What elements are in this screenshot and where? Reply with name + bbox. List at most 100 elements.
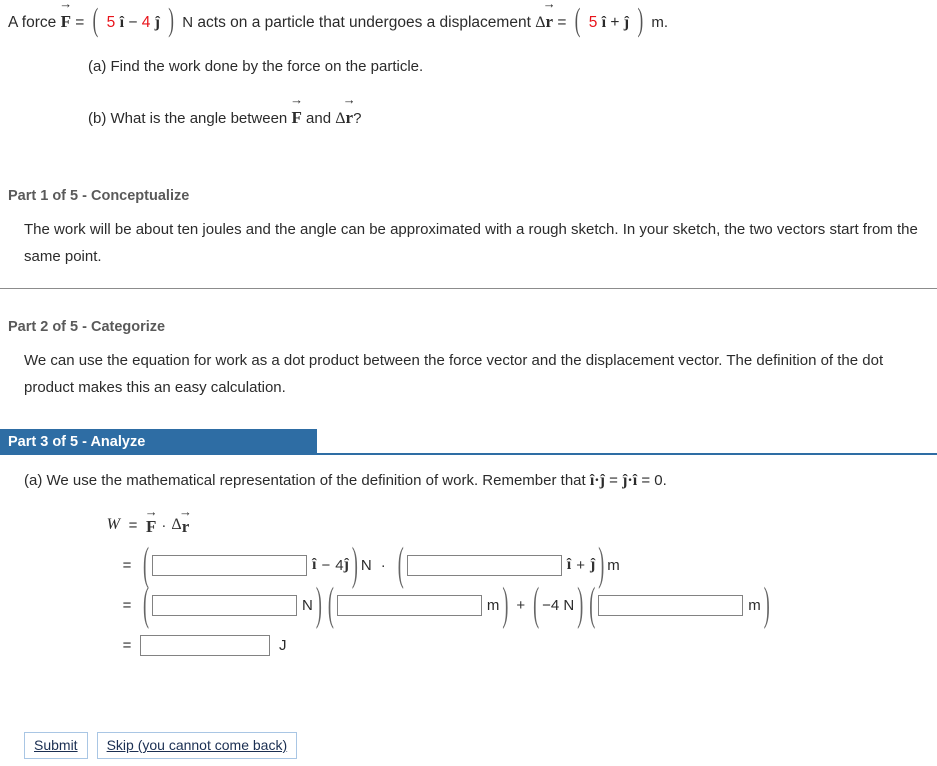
left-paren-row2-c: (	[533, 576, 540, 629]
displacement-vector-symbol-eq: → r	[178, 503, 192, 536]
footer-button-row: Submit Skip (you cannot come back)	[24, 732, 298, 759]
right-paren-row2-d: )	[763, 576, 770, 629]
force-vector-symbol-eq: → F	[144, 503, 158, 536]
unit-joule: J	[279, 636, 287, 654]
part-1-heading: Part 1 of 5 - Conceptualize	[8, 188, 190, 204]
displacement-unit: m.	[651, 14, 669, 31]
part-2-body: We can use the equation for work as a do…	[24, 352, 884, 396]
right-paren-row1-b: )	[598, 536, 605, 589]
minus-sign: −	[128, 14, 138, 31]
unit-newton-row1: N	[360, 556, 372, 574]
coefficient-4-row1: 4	[335, 556, 344, 574]
vector-arrow-icon: →	[542, 0, 556, 11]
equals-sign-row1: =	[122, 556, 132, 574]
answer-input-fx-magnitude[interactable]	[152, 594, 297, 616]
problem-middle-text: acts on a particle that undergoes a disp…	[197, 14, 531, 31]
j-hat-icon-row1: ĵ	[343, 556, 349, 573]
plus-sign-row1: +	[576, 556, 585, 574]
plus-sign-row2: +	[516, 596, 526, 614]
part-2-heading: Part 2 of 5 - Categorize	[8, 319, 166, 335]
work-symbol: W	[106, 516, 120, 533]
j-hat-icon: ĵ	[154, 14, 160, 31]
unit-meter-row1: m	[607, 556, 620, 574]
right-paren-row2-a: )	[315, 576, 322, 629]
equals-sign: =	[75, 14, 85, 31]
equals-sign-def: =	[128, 516, 138, 534]
answer-input-dx-magnitude[interactable]	[336, 594, 482, 616]
unit-newton-row2: N	[302, 596, 313, 614]
minus-sign-row1: −	[321, 556, 331, 574]
disp-i-coefficient: 5	[588, 14, 598, 31]
j-hat-icon-2: ĵ	[623, 14, 630, 31]
equation-row-2: = ( N ) ( m ) + ( −4 N ) ( m )	[88, 577, 937, 629]
right-paren-row2-b: )	[502, 576, 509, 629]
i-hat-icon: î	[119, 14, 125, 31]
vector-arrow-icon: →	[59, 0, 73, 11]
part-3-banner-wrap: Part 3 of 5 - Analyze	[0, 429, 937, 455]
displacement-vector-symbol-b: → r	[342, 92, 356, 127]
j-hat-icon-row1-b: ĵ	[589, 556, 596, 573]
answer-input-dx[interactable]	[406, 554, 562, 576]
i-hat-icon-row1: î	[312, 556, 317, 573]
force-j-coefficient: 4	[141, 14, 151, 31]
skip-button[interactable]: Skip (you cannot come back)	[96, 732, 298, 759]
delta-symbol-b: Δ	[335, 110, 346, 127]
question-part-b: (b) What is the angle between → F and Δ → r…	[0, 80, 937, 132]
right-paren: )	[168, 2, 174, 39]
dot-operator-row1: ·	[380, 556, 386, 574]
vector-arrow-icon: →	[290, 92, 304, 107]
left-paren-2: (	[574, 2, 581, 39]
equals-sign-row3: =	[122, 636, 132, 654]
delta-symbol: Δ	[535, 14, 546, 31]
question-b-mark: ?	[353, 110, 362, 127]
vector-arrow-icon: →	[342, 92, 356, 107]
displacement-vector-symbol: → r	[543, 0, 556, 35]
left-paren: (	[92, 2, 99, 39]
delta-symbol-eq: Δ	[171, 516, 182, 533]
equation-row-definition: W = → F · Δ → r	[88, 505, 937, 545]
work-equation-block: W = → F · Δ → r = ( î − 4ĵ ) N · (î + ĵ…	[24, 505, 937, 665]
plus-sign: +	[610, 14, 620, 31]
problem-statement: A force → F = ( 5 î − 4 ĵ ) N acts on a p…	[0, 0, 937, 38]
part-3-heading: Part 3 of 5 - Analyze	[0, 429, 317, 455]
left-paren-row2-d: (	[589, 576, 596, 629]
left-paren-row2-a: (	[143, 576, 149, 629]
answer-input-fx[interactable]	[152, 554, 307, 576]
i-hat-icon-intro-2: î	[632, 472, 638, 489]
i-hat-icon-row1-b: î	[566, 556, 572, 573]
part-3-body: (a) We use the mathematical representati…	[0, 455, 937, 665]
equation-row-1: = ( î − 4ĵ ) N · ( î + ĵ ) m	[88, 537, 937, 589]
force-i-coefficient: 5	[106, 14, 116, 31]
question-part-a: (a) Find the work done by the force on t…	[88, 58, 424, 75]
right-paren-row1: )	[351, 536, 358, 589]
force-vector-symbol: → F	[59, 0, 72, 35]
equals-sign-row2: =	[122, 596, 132, 614]
i-hat-icon-2: î	[601, 14, 607, 31]
equals-intro-2: = 0.	[641, 472, 667, 489]
force-unit: N	[182, 14, 194, 31]
left-paren-row1-b: (	[397, 536, 404, 589]
force-y-value: −4 N	[542, 596, 575, 614]
submit-button[interactable]: Submit	[24, 732, 88, 759]
equation-row-3: = J	[88, 625, 937, 665]
answer-input-work-total[interactable]	[140, 634, 270, 656]
vector-arrow-icon: →	[178, 503, 192, 519]
left-paren-row2-b: (	[327, 576, 334, 629]
force-vector-symbol-b: → F	[290, 92, 304, 127]
analyze-intro-pre: (a) We use the mathematical representati…	[24, 472, 586, 489]
question-b-and: and	[306, 110, 332, 127]
vector-arrow-icon: →	[144, 503, 158, 519]
dot-product-operator: ·	[161, 516, 167, 534]
j-hat-icon-intro: ĵ	[599, 472, 605, 489]
unit-meter-row2-b: m	[748, 596, 761, 614]
equals-intro-1: =	[609, 472, 618, 489]
right-paren-row2-c: )	[577, 576, 584, 629]
right-paren-2: )	[637, 2, 644, 39]
equals-sign-2: =	[557, 14, 567, 31]
unit-meter-row2: m	[486, 596, 500, 614]
answer-input-dy-magnitude[interactable]	[598, 594, 744, 616]
problem-lead-text: A force	[8, 14, 57, 31]
question-b-text: (b) What is the angle between	[88, 110, 288, 127]
part-1-body: The work will be about ten joules and th…	[24, 221, 918, 265]
analyze-intro-text: (a) We use the mathematical representati…	[24, 469, 937, 493]
